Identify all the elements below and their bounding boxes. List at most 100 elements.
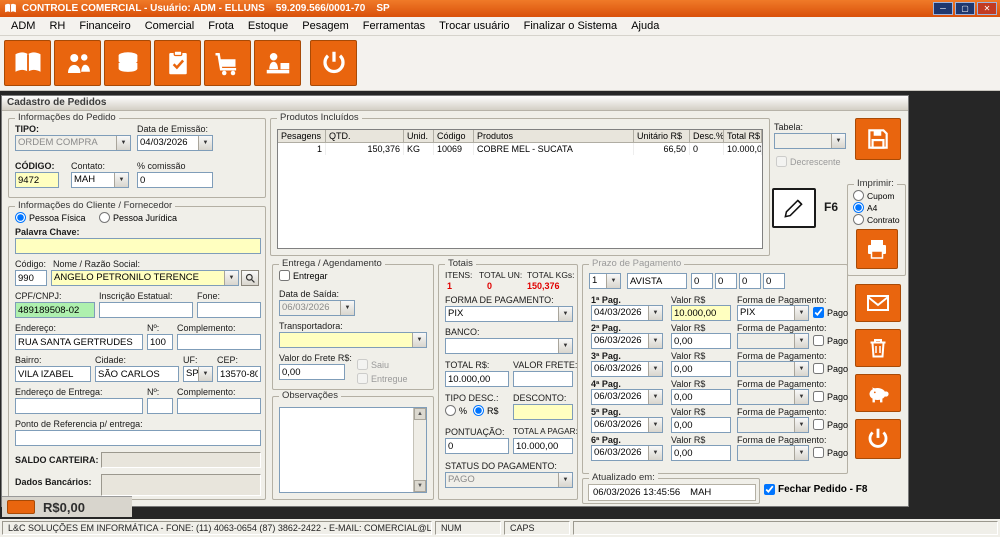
inscricao-input[interactable]: [99, 302, 193, 318]
tabela-combo[interactable]: ▼: [774, 133, 846, 149]
menu-estoque[interactable]: Estoque: [241, 18, 295, 34]
toolbar-button-attendant[interactable]: [254, 40, 301, 86]
total-pagar-input[interactable]: [513, 438, 573, 454]
saiu-checkbox[interactable]: Saiu: [357, 359, 389, 370]
cidade-input[interactable]: [95, 366, 179, 382]
pag1-pago-checkbox[interactable]: Pago: [813, 307, 848, 318]
entregar-checkbox[interactable]: Entregar: [279, 270, 328, 281]
zero-input-2[interactable]: [715, 273, 737, 289]
pag6-forma-combo[interactable]: ▼: [737, 445, 809, 461]
tipo-combo[interactable]: ORDEM COMPRA▼: [15, 135, 131, 151]
maximize-button[interactable]: ▢: [955, 2, 975, 15]
pag2-pago-checkbox-input[interactable]: [813, 335, 824, 346]
menu-trocar-usuario[interactable]: Trocar usuário: [432, 18, 517, 34]
fechar-pedido-checkbox-input[interactable]: [764, 484, 775, 495]
pessoa-fisica-radio[interactable]: Pessoa Física: [15, 212, 86, 223]
saiu-checkbox-input[interactable]: [357, 359, 368, 370]
desconto-input[interactable]: [513, 404, 573, 420]
pag5-date-combo[interactable]: 06/03/2026▼: [591, 417, 663, 433]
ponto-referencia-input[interactable]: [15, 430, 261, 446]
entregue-checkbox-input[interactable]: [357, 373, 368, 384]
pag3-date-combo[interactable]: 06/03/2026▼: [591, 361, 663, 377]
pag4-pago-checkbox[interactable]: Pago: [813, 391, 848, 402]
uf-combo[interactable]: SP▼: [183, 366, 213, 382]
menu-ajuda[interactable]: Ajuda: [624, 18, 666, 34]
comissao-input[interactable]: [137, 172, 213, 188]
toolbar-button-scale[interactable]: [204, 40, 251, 86]
notes-scrollbar[interactable]: ▲ ▼: [413, 408, 426, 492]
bairro-input[interactable]: [15, 366, 91, 382]
pag1-date-combo[interactable]: 04/03/2026▼: [591, 305, 663, 321]
menu-frota[interactable]: Frota: [201, 18, 241, 34]
menu-finalizar[interactable]: Finalizar o Sistema: [517, 18, 625, 34]
delete-button[interactable]: [855, 329, 901, 367]
zero-input-1[interactable]: [691, 273, 713, 289]
pag3-forma-combo[interactable]: ▼: [737, 361, 809, 377]
print-button[interactable]: [856, 229, 898, 269]
toolbar-button-clipboard[interactable]: [154, 40, 201, 86]
pag6-date-combo[interactable]: 06/03/2026▼: [591, 445, 663, 461]
pag6-valor-input[interactable]: [671, 445, 731, 461]
pag5-forma-combo[interactable]: ▼: [737, 417, 809, 433]
numero-entrega-input[interactable]: [147, 398, 173, 414]
pag3-pago-checkbox-input[interactable]: [813, 363, 824, 374]
pag3-valor-input[interactable]: [671, 361, 731, 377]
scroll-down-icon[interactable]: ▼: [414, 480, 426, 492]
decrescente-checkbox-input[interactable]: [776, 156, 787, 167]
menu-adm[interactable]: ADM: [4, 18, 42, 34]
pessoa-juridica-radio[interactable]: Pessoa Jurídica: [99, 212, 177, 223]
pag5-pago-checkbox-input[interactable]: [813, 419, 824, 430]
avista-input[interactable]: [627, 273, 687, 289]
status-pagamento-combo[interactable]: PAGO▼: [445, 472, 573, 488]
nome-combo[interactable]: ANGELO PETRONILO TERENCE▼: [51, 270, 239, 286]
endereco-input[interactable]: [15, 334, 143, 350]
save-button[interactable]: [855, 118, 901, 160]
pag5-valor-input[interactable]: [671, 417, 731, 433]
data-saida-combo[interactable]: 06/03/2026▼: [279, 300, 355, 316]
print-cupom-radio-input[interactable]: [853, 190, 864, 201]
menu-rh[interactable]: RH: [42, 18, 72, 34]
desc-rs-radio-input[interactable]: [473, 405, 484, 416]
notes-textarea[interactable]: ▲ ▼: [279, 407, 427, 493]
toolbar-button-book[interactable]: [4, 40, 51, 86]
pag2-forma-combo[interactable]: ▼: [737, 333, 809, 349]
palavra-chave-input[interactable]: [15, 238, 261, 254]
minimize-button[interactable]: ─: [933, 2, 953, 15]
print-a4-radio-input[interactable]: [853, 202, 864, 213]
pessoa-fisica-radio-input[interactable]: [15, 212, 26, 223]
numero-input[interactable]: [147, 334, 173, 350]
pag1-forma-combo[interactable]: PIX▼: [737, 305, 809, 321]
toolbar-button-users[interactable]: [54, 40, 101, 86]
codigo-pedido-input[interactable]: [15, 172, 59, 188]
pag6-pago-checkbox[interactable]: Pago: [813, 447, 848, 458]
print-contrato-radio-input[interactable]: [853, 214, 864, 225]
pag2-pago-checkbox[interactable]: Pago: [813, 335, 848, 346]
pag2-valor-input[interactable]: [671, 333, 731, 349]
toolbar-button-money[interactable]: [104, 40, 151, 86]
banco-combo[interactable]: ▼: [445, 338, 573, 354]
pag1-valor-input[interactable]: [671, 305, 731, 321]
email-button[interactable]: [855, 284, 901, 322]
complemento-entrega-input[interactable]: [177, 398, 261, 414]
total-rs-input[interactable]: [445, 371, 509, 387]
frete-input[interactable]: [279, 364, 345, 380]
close-button[interactable]: ✕: [977, 2, 997, 15]
decrescente-checkbox[interactable]: Decrescente: [776, 156, 841, 167]
edit-item-button[interactable]: [772, 188, 816, 228]
endereco-entrega-input[interactable]: [15, 398, 143, 414]
zero-input-3[interactable]: [739, 273, 761, 289]
piggy-bank-button[interactable]: [855, 374, 901, 412]
search-client-button[interactable]: [241, 270, 259, 286]
valor-frete-input[interactable]: [513, 371, 573, 387]
pag4-date-combo[interactable]: 06/03/2026▼: [591, 389, 663, 405]
pag1-pago-checkbox-input[interactable]: [813, 307, 824, 318]
menu-ferramentas[interactable]: Ferramentas: [356, 18, 432, 34]
toolbar-button-power[interactable]: [310, 40, 357, 86]
cpf-input[interactable]: [15, 302, 95, 318]
transportadora-combo[interactable]: ▼: [279, 332, 427, 348]
scroll-up-icon[interactable]: ▲: [414, 408, 426, 420]
pessoa-juridica-radio-input[interactable]: [99, 212, 110, 223]
pag5-pago-checkbox[interactable]: Pago: [813, 419, 848, 430]
menu-financeiro[interactable]: Financeiro: [72, 18, 137, 34]
fechar-pedido-checkbox[interactable]: Fechar Pedido - F8: [764, 484, 867, 495]
